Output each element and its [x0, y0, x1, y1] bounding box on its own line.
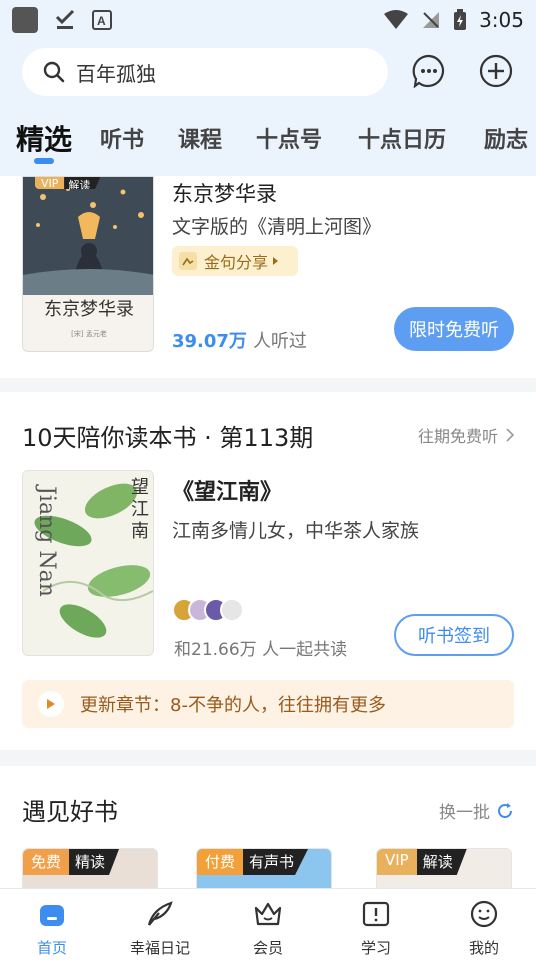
quote-share-icon [179, 252, 197, 270]
status-bar: A 3:05 [0, 0, 536, 40]
listen-count: 39.07万 人听过 [172, 331, 307, 352]
chevron-right-icon [506, 428, 514, 442]
book-card[interactable]: 付费 有声书 [196, 848, 332, 892]
good-books-section: 遇见好书 换一批 免费 精读 付费 有声书 VIP 解读 [0, 766, 536, 892]
no-signal-icon [423, 12, 440, 28]
tab-featured[interactable]: 精选 [16, 118, 72, 158]
crown-icon [254, 902, 282, 926]
feather-icon [147, 901, 173, 926]
chapter-update-bar[interactable]: 更新章节：8-不争的人，往往拥有更多 [22, 680, 514, 728]
bottom-navigation: 首页 幸福日记 会员 学习 我的 [0, 888, 536, 960]
message-icon[interactable] [412, 54, 446, 88]
vip-badge: VIP 解读 [35, 177, 101, 190]
svg-text:A: A [97, 14, 106, 28]
font-icon: A [92, 10, 112, 30]
book-card[interactable]: VIP 解读 [376, 848, 512, 892]
cover-title-en: Jiang Nan [33, 486, 59, 597]
past-issues-link[interactable]: 往期免费听 [418, 423, 514, 447]
nav-profile[interactable]: 我的 [444, 899, 524, 958]
section-title: 10天陪你读本书 · 第113期 [22, 424, 314, 452]
refresh-batch-button[interactable]: 换一批 [439, 798, 514, 823]
download-done-icon [55, 9, 75, 29]
search-placeholder: 百年孤独 [76, 61, 156, 86]
nav-diary[interactable]: 幸福日记 [120, 899, 200, 958]
book-description: 江南多情儿女，中华茶人家族 [172, 520, 420, 542]
tab-inspiration[interactable]: 励志 [484, 122, 528, 154]
reader-avatars [172, 598, 244, 622]
avatar [220, 598, 244, 622]
book-icon [362, 901, 390, 927]
search-input[interactable]: 百年孤独 [22, 48, 388, 96]
check-in-button[interactable]: 听书签到 [394, 614, 514, 656]
book-card[interactable]: 免费 精读 [22, 848, 158, 892]
cover-illustration [23, 177, 153, 295]
featured-book-card[interactable]: 东京梦华录 [宋] 孟元老 VIP 解读 东京梦华录 文字版的《清明上河图》 金… [0, 176, 536, 378]
nav-study[interactable]: 学习 [336, 899, 416, 958]
category-tabs: 精选 听书 课程 十点号 十点日历 励志 [0, 104, 536, 176]
nav-membership[interactable]: 会员 [228, 899, 308, 958]
cover-author: [宋] 孟元老 [71, 330, 107, 338]
book-subtitle: 文字版的《清明上河图》 [172, 216, 382, 238]
tab-listen[interactable]: 听书 [100, 122, 144, 154]
tab-calendar[interactable]: 十点日历 [358, 122, 446, 154]
book-title[interactable]: 《望江南》 [172, 474, 282, 506]
nav-home[interactable]: 首页 [12, 899, 92, 958]
profile-icon [470, 900, 498, 928]
reading-plan-section: 10天陪你读本书 · 第113期 往期免费听 望江南 Jiang Nan 《望江… [0, 392, 536, 750]
home-icon [40, 905, 64, 926]
refresh-icon [498, 802, 512, 818]
book-cover[interactable]: 望江南 Jiang Nan [22, 470, 154, 656]
app-icon [12, 7, 38, 33]
battery-charging-icon [454, 9, 467, 30]
book-title[interactable]: 东京梦华录 [172, 178, 277, 208]
cover-title: 东京梦华录 [44, 299, 134, 320]
play-icon [38, 691, 64, 717]
quote-share-chip[interactable]: 金句分享 [172, 246, 298, 276]
tab-courses[interactable]: 课程 [178, 122, 222, 154]
header: 百年孤独 [0, 40, 536, 104]
cover-title-cn: 望江南 [131, 477, 149, 542]
active-tab-indicator [34, 158, 54, 164]
free-listen-button[interactable]: 限时免费听 [394, 307, 514, 351]
add-icon[interactable] [479, 54, 513, 88]
section-title: 遇见好书 [22, 798, 118, 826]
search-icon [43, 61, 65, 83]
wifi-icon [384, 10, 409, 29]
book-cover[interactable]: 东京梦华录 [宋] 孟元老 VIP 解读 [22, 176, 154, 352]
readers-count: 和21.66万 人一起共读 [174, 640, 348, 660]
caret-right-icon [273, 257, 279, 265]
tab-ten-oclock[interactable]: 十点号 [256, 122, 322, 154]
clock: 3:05 [479, 8, 524, 32]
